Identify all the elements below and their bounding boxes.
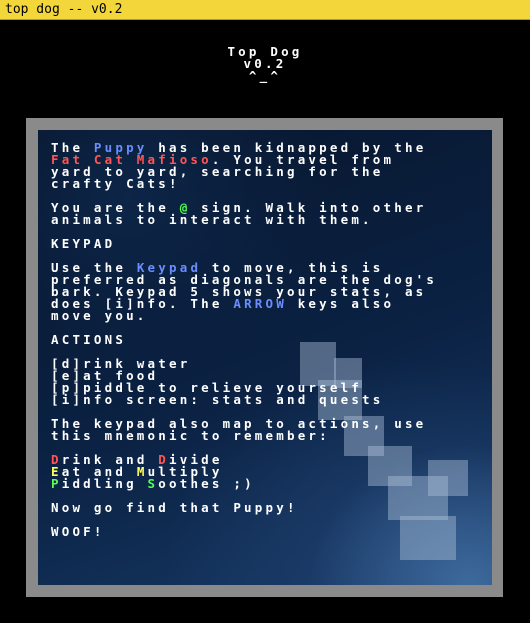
keypad-line-5: move you.: [51, 308, 148, 323]
actions-heading: ACTIONS: [51, 332, 127, 347]
intro-line-4: crafty Cats!: [51, 176, 180, 191]
emoticon: ^_^: [248, 68, 282, 83]
arrow-highlight: ARROW: [233, 296, 287, 311]
mnemonic-line-piddling-soothes: Piddling Soothes ;): [51, 476, 255, 491]
mnemonic-intro-line-2: this mnemonic to remember:: [51, 428, 330, 443]
keypad-heading: KEYPAD: [51, 236, 116, 251]
sign-line-2: animals to interact with them.: [51, 212, 373, 227]
find-puppy-line: Now go find that Puppy!: [51, 500, 298, 515]
game-window: top dog -- v0.2 Top Dog v0.2 ^_^ The Pup…: [0, 0, 530, 623]
window-title: top dog -- v0.2: [5, 2, 123, 17]
woof-line: WOOF!: [51, 524, 105, 539]
window-titlebar[interactable]: top dog -- v0.2: [0, 0, 530, 20]
action-item-info: [i]nfo screen: stats and quests: [51, 392, 384, 407]
